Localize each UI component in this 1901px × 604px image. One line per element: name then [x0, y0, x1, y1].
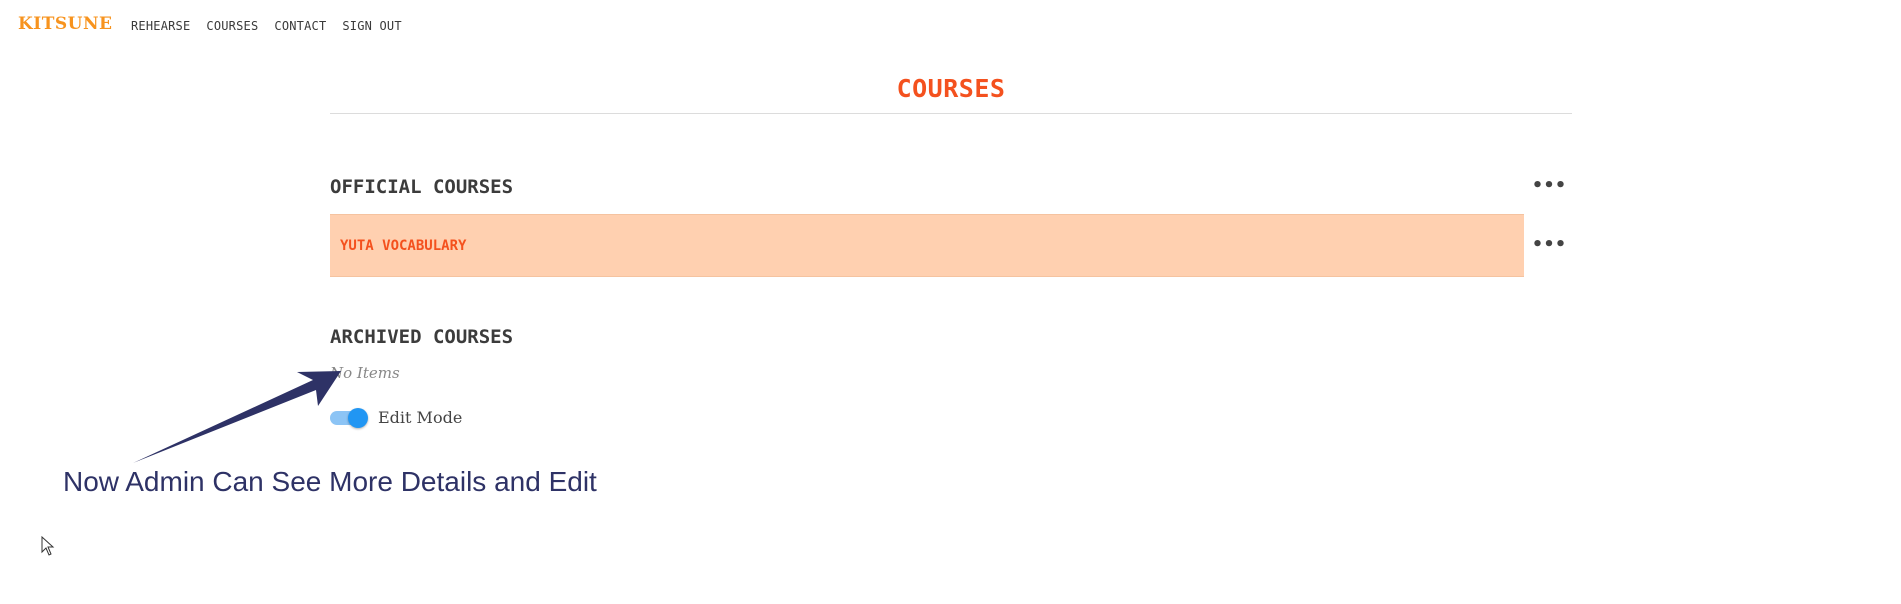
- nav-link-sign-out[interactable]: SIGN OUT: [342, 19, 401, 33]
- archived-courses-heading: ARCHIVED COURSES: [330, 326, 514, 348]
- toggle-track[interactable]: [330, 407, 368, 428]
- course-label: YUTA VOCABULARY: [340, 238, 467, 254]
- logo[interactable]: KITSUNE: [18, 14, 112, 34]
- nav-link-courses[interactable]: COURSES: [206, 19, 258, 33]
- top-nav: KITSUNE REHEARSE COURSES CONTACT SIGN OU…: [0, 0, 1901, 54]
- nav-link-contact[interactable]: CONTACT: [274, 19, 326, 33]
- page-title: COURSES: [896, 74, 1006, 103]
- course-more-icon[interactable]: •••: [1532, 234, 1567, 255]
- title-divider: [330, 113, 1572, 114]
- official-courses-more-icon[interactable]: •••: [1532, 175, 1567, 196]
- annotation-text: Now Admin Can See More Details and Edit: [63, 466, 597, 497]
- nav-links: REHEARSE COURSES CONTACT SIGN OUT: [131, 19, 402, 33]
- archived-empty-text: No Items: [330, 364, 400, 382]
- annotation-arrow-shape: [133, 371, 341, 463]
- toggle-knob[interactable]: [348, 407, 368, 428]
- course-row-yuta-vocabulary[interactable]: YUTA VOCABULARY: [330, 214, 1524, 277]
- edit-mode-label: Edit Mode: [378, 408, 463, 427]
- mouse-cursor-icon: [41, 536, 55, 556]
- edit-mode-toggle[interactable]: Edit Mode: [330, 407, 463, 428]
- official-courses-heading: OFFICIAL COURSES: [330, 176, 514, 198]
- nav-link-rehearse[interactable]: REHEARSE: [131, 19, 190, 33]
